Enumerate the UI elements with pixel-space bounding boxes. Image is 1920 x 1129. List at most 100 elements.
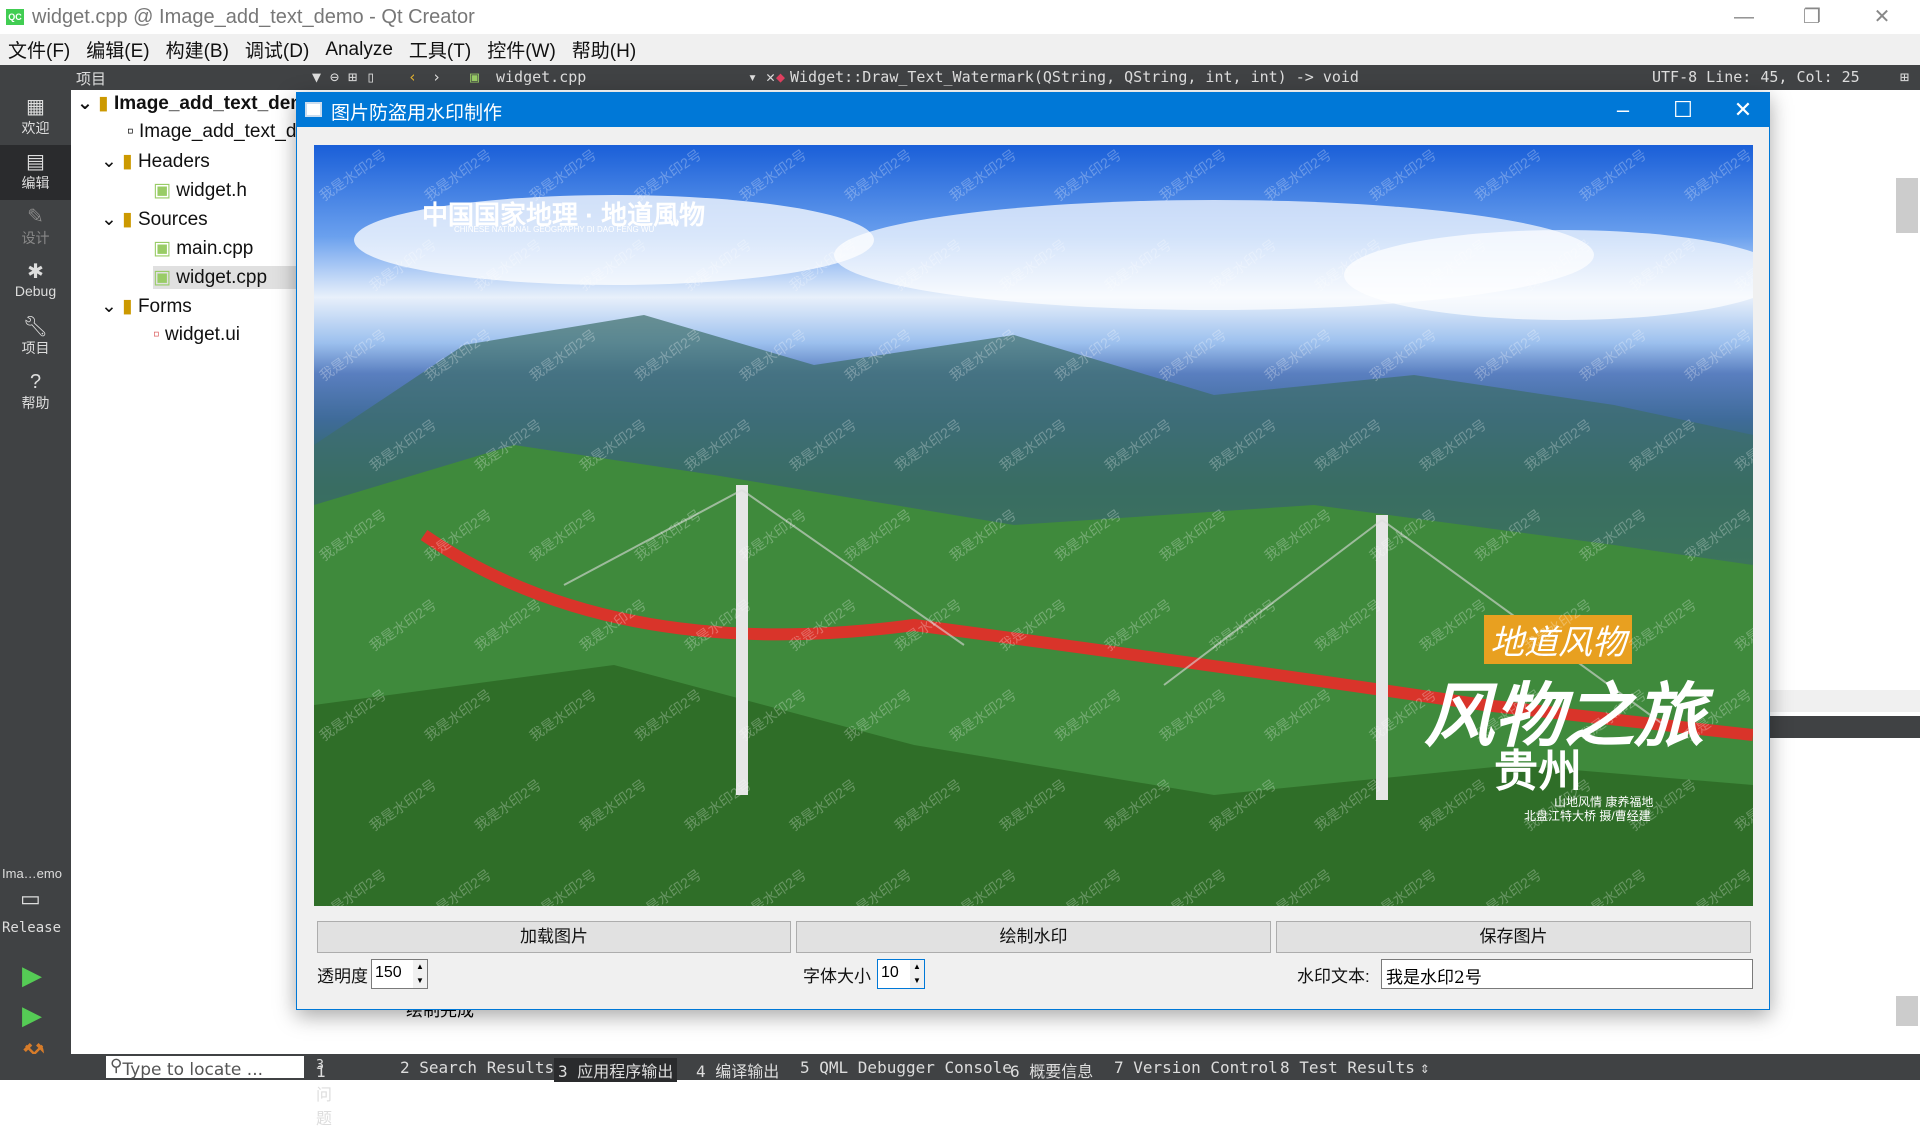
file-icon: ▣ bbox=[470, 68, 480, 86]
dialog-maximize-button[interactable]: ☐ bbox=[1655, 93, 1711, 127]
project-tree: ⌄ ▮ Image_add_text_demo ▫ Image_add_text… bbox=[71, 90, 366, 1054]
menu-build[interactable]: 构建(B) bbox=[166, 36, 229, 63]
tab-compile-output[interactable]: 4 编译输出 bbox=[696, 1058, 779, 1082]
menu-controls[interactable]: 控件(W) bbox=[487, 36, 556, 63]
bug-icon: ✱ bbox=[27, 261, 44, 283]
mode-design[interactable]: ✎ 设计 bbox=[0, 200, 71, 255]
kit-project[interactable]: Ima…emo bbox=[2, 866, 62, 881]
more-tabs-icon[interactable]: ⇕ bbox=[1420, 1058, 1430, 1077]
output-pane-bar: ⚲ Type to locate ... 1 问题 3 2 Search Resu… bbox=[0, 1054, 1920, 1128]
tab-general-messages[interactable]: 6 概要信息 bbox=[1010, 1058, 1093, 1082]
menu-file[interactable]: 文件(F) bbox=[8, 36, 70, 63]
watermark-dialog: 图片防盗用水印制作 – ☐ ✕ 中国国家地理 · 地道風物 CHINESE NA… bbox=[296, 92, 1770, 1010]
watermark-text-label: 水印文本: bbox=[1297, 967, 1370, 986]
mode-projects[interactable]: 🔧︎ 项目 bbox=[0, 310, 71, 365]
filter-icon[interactable]: ▼ ⊖ ⊞ ▯ bbox=[312, 68, 375, 86]
back-icon[interactable]: ‹ bbox=[408, 68, 417, 86]
grid-icon: ▦ bbox=[26, 96, 45, 118]
dialog-close-button[interactable]: ✕ bbox=[1715, 93, 1771, 127]
mode-debug[interactable]: ✱ Debug bbox=[0, 255, 71, 310]
tree-label: Sources bbox=[137, 209, 208, 230]
dialog-title: 图片防盗用水印制作 bbox=[331, 103, 503, 124]
close-file-icon[interactable]: ▾ ✕ bbox=[748, 68, 775, 86]
font-size-spinbox[interactable]: 10 ▲ ▼ bbox=[877, 959, 925, 989]
editor-toolbar: 项目 ▼ ⊖ ⊞ ▯ ‹ › ▣ widget.cpp ▾ ✕ ◆ Widget… bbox=[0, 65, 1920, 90]
kit-config[interactable]: Release bbox=[2, 920, 61, 936]
debug-run-icon[interactable]: ▶ bbox=[22, 1000, 42, 1031]
split-icon[interactable]: ⊞ bbox=[1900, 68, 1909, 86]
tree-label: Forms bbox=[137, 296, 192, 317]
mode-welcome[interactable]: ▦ 欢迎 bbox=[0, 90, 71, 145]
tab-label: 1 问题 bbox=[316, 1062, 333, 1128]
mode-label: 帮助 bbox=[21, 395, 50, 411]
menu-help[interactable]: 帮助(H) bbox=[572, 36, 636, 63]
tab-issues[interactable]: 1 问题 3 bbox=[316, 1058, 332, 1128]
tree-label: widget.ui bbox=[165, 324, 241, 345]
app-icon bbox=[305, 102, 322, 117]
tab-qml-debugger[interactable]: 5 QML Debugger Console bbox=[800, 1058, 1012, 1077]
opacity-spinbox[interactable]: 150 ▲ ▼ bbox=[371, 959, 428, 989]
dialog-minimize-button[interactable]: – bbox=[1595, 93, 1651, 127]
mode-label: 设计 bbox=[21, 230, 50, 246]
spin-arrows-icon[interactable]: ▲ ▼ bbox=[413, 960, 427, 988]
help-icon: ? bbox=[29, 371, 42, 393]
font-size-label: 字体大小 bbox=[803, 967, 871, 986]
tree-label: widget.cpp bbox=[176, 267, 268, 288]
wrench-icon: 🔧︎ bbox=[22, 316, 49, 338]
mode-label: Debug bbox=[14, 283, 57, 299]
tree-headers[interactable]: ⌄ ▮ Headers bbox=[101, 150, 210, 173]
output-scrollbar-thumb[interactable] bbox=[1896, 996, 1918, 1026]
tab-test-results[interactable]: 8 Test Results bbox=[1280, 1058, 1415, 1077]
mode-help[interactable]: ? 帮助 bbox=[0, 365, 71, 420]
qt-creator-logo: QC bbox=[6, 9, 24, 25]
watermark-text-input[interactable]: 我是水印2号 bbox=[1381, 959, 1753, 989]
menu-bar: 文件(F) 编辑(E) 构建(B) 调试(D) Analyze 工具(T) 控件… bbox=[0, 34, 1920, 65]
menu-analyze[interactable]: Analyze bbox=[325, 39, 393, 61]
edit-icon: ▤ bbox=[26, 151, 45, 173]
menu-tools[interactable]: 工具(T) bbox=[409, 36, 471, 63]
horizontal-scrollbar[interactable] bbox=[1770, 690, 1920, 712]
mode-label: 欢迎 bbox=[21, 120, 50, 136]
close-button[interactable]: ✕ bbox=[1852, 0, 1912, 34]
opacity-label: 透明度 bbox=[317, 967, 368, 986]
mode-edit[interactable]: ▤ 编辑 bbox=[0, 145, 71, 200]
mode-sidebar: ▦ 欢迎 ▤ 编辑 ✎ 设计 ✱ Debug 🔧︎ 项目 ? 帮助 Ima…emo ▭ Re… bbox=[0, 90, 71, 1068]
monitor-icon[interactable]: ▭ bbox=[20, 886, 41, 912]
encoding-status[interactable]: UTF-8 Line: 45, Col: 25 bbox=[1652, 68, 1860, 86]
tree-widget-h[interactable]: ▣ widget.h bbox=[153, 179, 247, 202]
tree-widget-cpp[interactable]: ▣ widget.cpp bbox=[153, 266, 296, 289]
tree-label: widget.h bbox=[176, 180, 248, 201]
forward-icon[interactable]: › bbox=[432, 68, 441, 86]
title-bar: QC widget.cpp @ Image_add_text_demo - Qt… bbox=[0, 0, 1920, 34]
open-file-selector[interactable]: widget.cpp bbox=[496, 68, 586, 86]
locate-input[interactable]: ⚲ Type to locate ... bbox=[106, 1056, 304, 1080]
load-image-button[interactable]: 加载图片 bbox=[317, 921, 791, 953]
function-selector[interactable]: Widget::Draw_Text_Watermark(QString, QSt… bbox=[790, 68, 1359, 86]
tree-widget-ui[interactable]: ▫ widget.ui bbox=[153, 324, 240, 346]
menu-debug[interactable]: 调试(D) bbox=[245, 36, 309, 63]
tree-sources[interactable]: ⌄ ▮ Sources bbox=[101, 208, 208, 231]
editor-scrollbar-thumb[interactable] bbox=[1896, 178, 1918, 233]
font-size-value: 10 bbox=[881, 964, 899, 981]
locate-placeholder: Type to locate ... bbox=[122, 1060, 264, 1080]
restore-button[interactable]: ❐ bbox=[1782, 0, 1842, 34]
tab-application-output[interactable]: 3 应用程序输出 bbox=[554, 1058, 678, 1082]
mode-label: 编辑 bbox=[21, 175, 50, 191]
tree-main-cpp[interactable]: ▣ main.cpp bbox=[153, 237, 253, 260]
tab-search-results[interactable]: 2 Search Results bbox=[400, 1058, 554, 1077]
save-image-button[interactable]: 保存图片 bbox=[1276, 921, 1751, 953]
spin-arrows-icon[interactable]: ▲ ▼ bbox=[910, 960, 924, 988]
brand-subtitle: CHINESE NATIONAL GEOGRAPHY DI DAO FENG W… bbox=[454, 225, 655, 234]
tree-root[interactable]: ⌄ ▮ Image_add_text_demo bbox=[77, 92, 319, 115]
menu-edit[interactable]: 编辑(E) bbox=[86, 36, 149, 63]
window-title: widget.cpp @ Image_add_text_demo - Qt Cr… bbox=[32, 5, 475, 28]
project-selector[interactable]: 项目 bbox=[76, 68, 106, 89]
tree-forms[interactable]: ⌄ ▮ Forms bbox=[101, 295, 192, 318]
draw-watermark-button[interactable]: 绘制水印 bbox=[796, 921, 1271, 953]
tab-version-control[interactable]: 7 Version Control bbox=[1114, 1058, 1278, 1077]
minimize-button[interactable]: — bbox=[1714, 0, 1774, 34]
output-pane-header bbox=[1770, 716, 1920, 738]
run-icon[interactable]: ▶ bbox=[22, 960, 42, 991]
function-icon: ◆ bbox=[776, 68, 786, 86]
dialog-title-bar: 图片防盗用水印制作 – ☐ ✕ bbox=[297, 93, 1769, 127]
